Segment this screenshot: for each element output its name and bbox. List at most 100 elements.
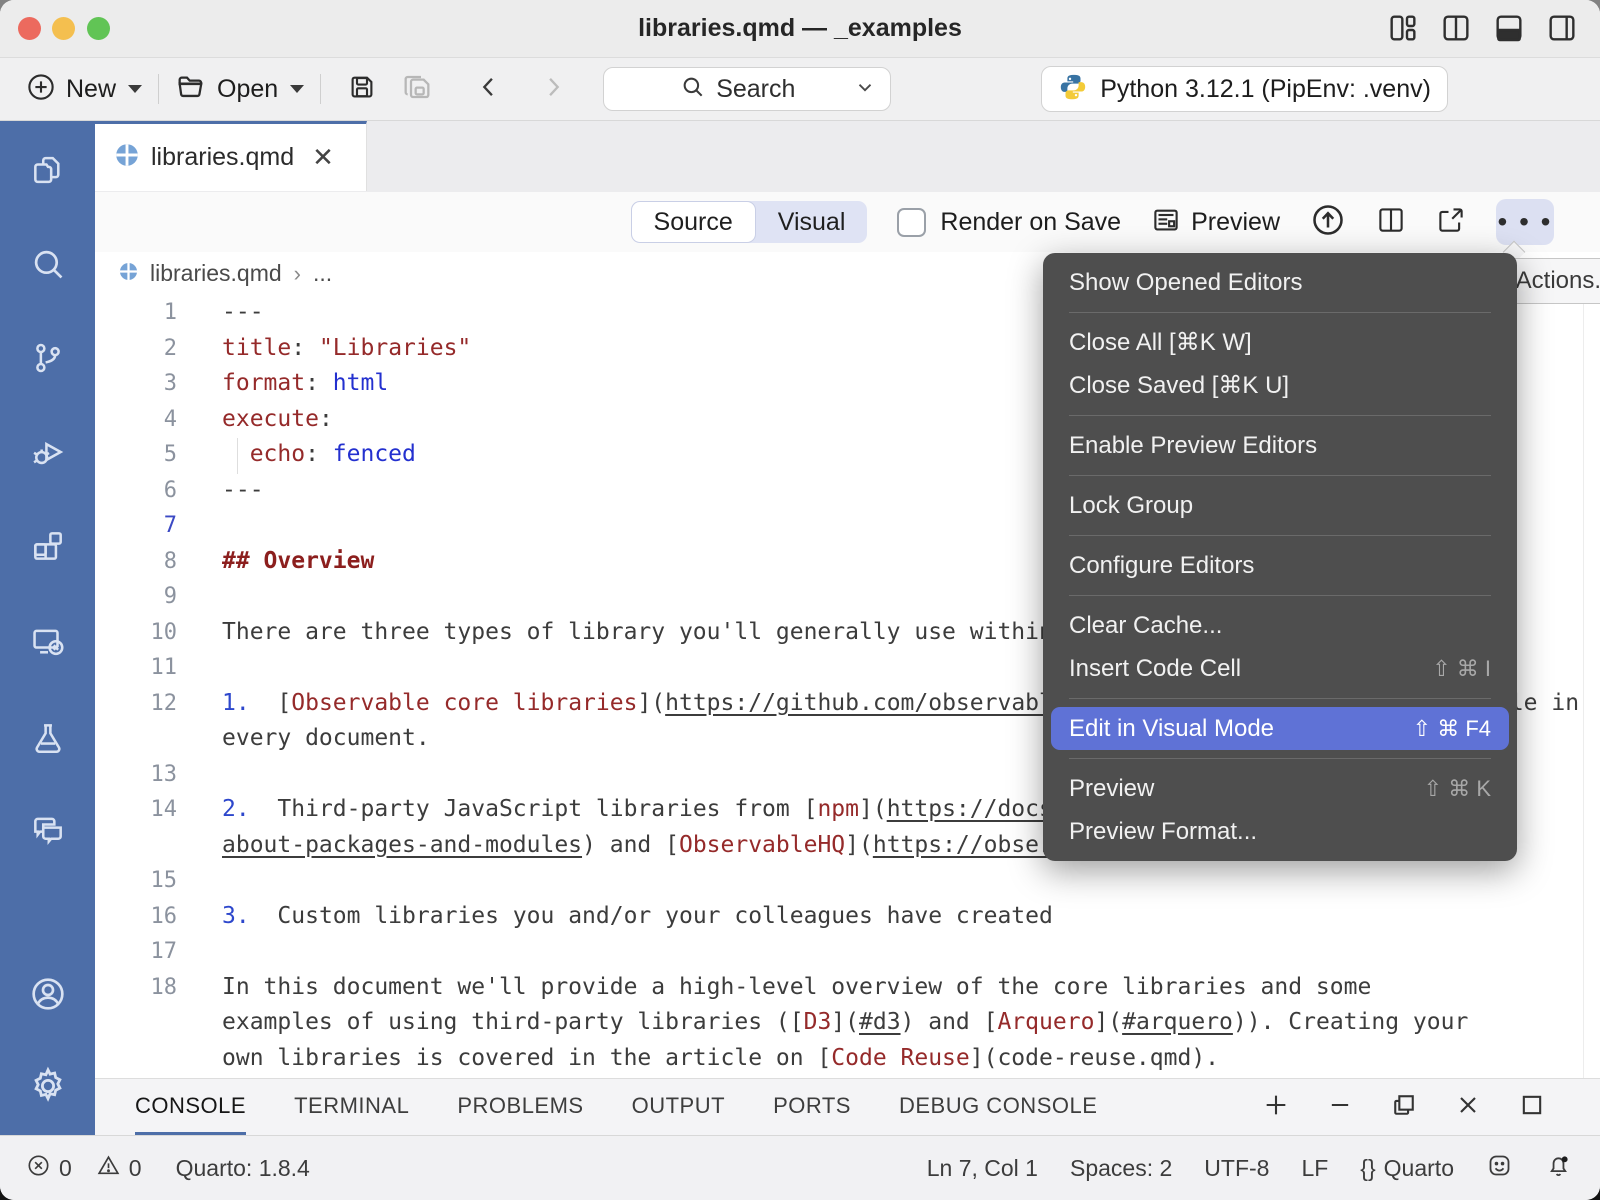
line-number: 2: [95, 331, 203, 367]
add-console-icon[interactable]: [1262, 1091, 1290, 1124]
tab-libraries-qmd[interactable]: libraries.qmd ✕: [95, 121, 367, 191]
extensions-icon[interactable]: [0, 527, 95, 565]
code-line[interactable]: 18In this document we'll provide a high-…: [95, 970, 1600, 1006]
code-text: 3. Custom libraries you and/or your coll…: [203, 899, 1053, 935]
code-text: examples of using third-party libraries …: [203, 1005, 1468, 1041]
testing-icon[interactable]: [0, 719, 95, 757]
bell-icon[interactable]: [1545, 1152, 1572, 1185]
chat-icon[interactable]: [0, 811, 95, 849]
menu-item-close-saved-k-u[interactable]: Close Saved [⌘K U]: [1043, 364, 1517, 407]
chevron-down-icon[interactable]: [854, 76, 876, 103]
source-mode-button[interactable]: Source: [631, 201, 756, 243]
line-number: 6: [95, 473, 203, 509]
toggle-secondary-sidebar-icon[interactable]: [1546, 12, 1578, 44]
tab-strip: libraries.qmd ✕: [95, 121, 1600, 193]
panel-tab-problems[interactable]: PROBLEMS: [457, 1079, 583, 1135]
line-number: 9: [95, 579, 203, 615]
menu-item-preview-format[interactable]: Preview Format...: [1043, 810, 1517, 853]
menu-item-configure-editors[interactable]: Configure Editors: [1043, 544, 1517, 587]
maximize-panel-icon[interactable]: [1518, 1091, 1546, 1124]
search-icon: [680, 74, 706, 105]
editor-scrollbar-edge: [1583, 295, 1584, 1078]
toggle-panel-icon[interactable]: [1493, 12, 1525, 44]
breadcrumb-more[interactable]: ...: [313, 260, 332, 287]
panel-tab-terminal[interactable]: TERMINAL: [294, 1079, 409, 1135]
visual-mode-button[interactable]: Visual: [756, 201, 868, 243]
top-toolbar: New Open Search Python 3.12.1 (PipEnv: .…: [0, 58, 1600, 121]
menu-item-insert-code-cell[interactable]: Insert Code Cell⇧ ⌘ I: [1043, 647, 1517, 690]
divider: [158, 74, 159, 104]
remote-explorer-icon[interactable]: [0, 623, 95, 661]
close-panel-icon[interactable]: [1454, 1091, 1482, 1124]
account-icon[interactable]: [0, 974, 95, 1014]
menu-item-edit-in-visual-mode[interactable]: Edit in Visual Mode⇧ ⌘ F4: [1051, 707, 1509, 750]
split-editor-layout-icon[interactable]: [1440, 12, 1472, 44]
menu-item-show-opened-editors[interactable]: Show Opened Editors: [1043, 261, 1517, 304]
more-actions-button[interactable]: • • •: [1496, 199, 1554, 245]
code-line[interactable]: 15: [95, 863, 1600, 899]
explorer-icon[interactable]: [0, 151, 95, 189]
split-editor-icon[interactable]: [1376, 205, 1406, 240]
source-control-icon[interactable]: [0, 339, 95, 377]
cursor-position-status[interactable]: Ln 7, Col 1: [927, 1155, 1038, 1182]
back-icon[interactable]: [475, 73, 503, 106]
panel-tab-debug-console[interactable]: DEBUG CONSOLE: [899, 1079, 1097, 1135]
source-visual-toggle: Source Visual: [631, 201, 868, 243]
status-bar: 0 0 Quarto: 1.8.4 Ln 7, Col 1 Spaces: 2 …: [0, 1135, 1600, 1200]
code-line[interactable]: own libraries is covered in the article …: [95, 1041, 1600, 1077]
panel-tab-ports[interactable]: PORTS: [773, 1079, 851, 1135]
preview-icon: [1151, 205, 1181, 240]
menu-separator: [1043, 527, 1517, 544]
preview-button[interactable]: Preview: [1151, 205, 1280, 240]
search-icon[interactable]: [0, 245, 95, 283]
save-icon[interactable]: [347, 72, 377, 107]
code-text: There are three types of library you'll …: [203, 615, 1122, 651]
breadcrumb-file[interactable]: libraries.qmd: [150, 260, 282, 287]
open-button[interactable]: Open: [175, 71, 304, 108]
code-line[interactable]: examples of using third-party libraries …: [95, 1005, 1600, 1041]
code-text: ## Overview: [203, 544, 374, 580]
menu-shortcut: ⇧ ⌘ K: [1424, 776, 1491, 802]
search-input[interactable]: Search: [603, 67, 891, 111]
menu-item-enable-preview-editors[interactable]: Enable Preview Editors: [1043, 424, 1517, 467]
render-on-save-checkbox[interactable]: [897, 208, 926, 237]
code-text: In this document we'll provide a high-le…: [203, 970, 1371, 1006]
language-mode-status[interactable]: {} Quarto: [1360, 1155, 1454, 1182]
menu-item-clear-cache[interactable]: Clear Cache...: [1043, 604, 1517, 647]
menu-separator: [1043, 690, 1517, 707]
minimize-panel-icon[interactable]: [1326, 1091, 1354, 1124]
line-number: 14: [95, 792, 203, 828]
code-text: [203, 650, 222, 686]
code-line[interactable]: 163. Custom libraries you and/or your co…: [95, 899, 1600, 935]
panel-tab-console[interactable]: CONSOLE: [135, 1079, 246, 1135]
encoding-status[interactable]: UTF-8: [1204, 1155, 1269, 1182]
close-icon[interactable]: ✕: [312, 142, 334, 173]
code-line[interactable]: 17: [95, 934, 1600, 970]
forward-icon[interactable]: [539, 73, 567, 106]
eol-status[interactable]: LF: [1301, 1155, 1328, 1182]
settings-icon[interactable]: [0, 1065, 95, 1107]
indentation-status[interactable]: Spaces: 2: [1070, 1155, 1172, 1182]
panel-tab-output[interactable]: OUTPUT: [632, 1079, 725, 1135]
menu-shortcut: ⇧ ⌘ F4: [1413, 716, 1491, 742]
menu-item-preview[interactable]: Preview⇧ ⌘ K: [1043, 767, 1517, 810]
customize-layout-icon[interactable]: [1387, 12, 1419, 44]
code-text: [203, 508, 222, 544]
line-number: 5: [95, 437, 203, 473]
line-number: 11: [95, 650, 203, 686]
render-icon[interactable]: [1310, 202, 1346, 243]
run-debug-icon[interactable]: [0, 433, 95, 471]
new-button[interactable]: New: [26, 72, 142, 107]
problems-status[interactable]: 0 0: [26, 1153, 142, 1184]
feedback-icon[interactable]: [1486, 1152, 1513, 1185]
menu-item-close-all-k-w[interactable]: Close All [⌘K W]: [1043, 321, 1517, 364]
quarto-version-status[interactable]: Quarto: 1.8.4: [176, 1155, 310, 1182]
code-text: [203, 863, 222, 899]
restore-panel-icon[interactable]: [1390, 1091, 1418, 1124]
quarto-icon: [115, 143, 139, 172]
line-number: [95, 1005, 203, 1041]
menu-item-lock-group[interactable]: Lock Group: [1043, 484, 1517, 527]
open-in-new-window-icon[interactable]: [1436, 205, 1466, 240]
interpreter-selector[interactable]: Python 3.12.1 (PipEnv: .venv): [1041, 66, 1448, 112]
save-all-icon[interactable]: [401, 71, 433, 108]
